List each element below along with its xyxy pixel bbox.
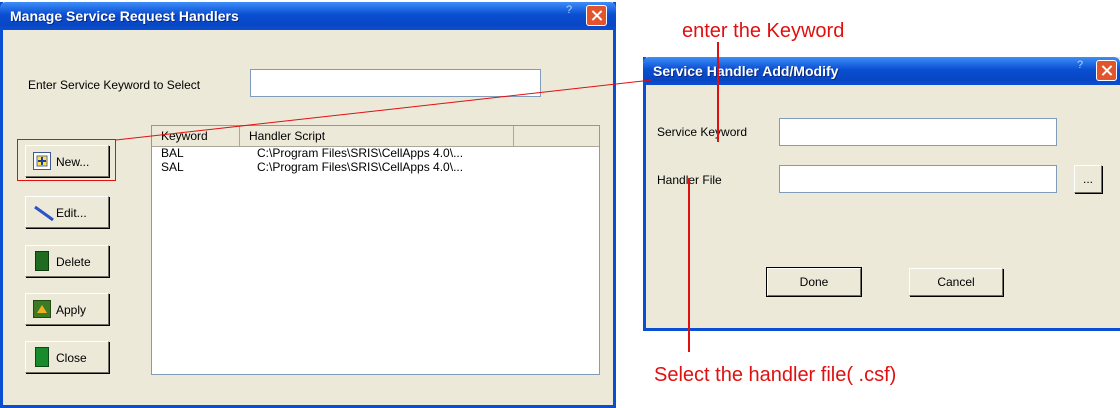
handler-file-annotation: Select the handler file( .csf): [654, 364, 897, 386]
keyword-pointer-line: [717, 42, 719, 142]
annotation-arrow: [115, 79, 653, 141]
keyword-annotation: enter the Keyword: [682, 20, 845, 42]
file-pointer-line: [688, 178, 690, 352]
